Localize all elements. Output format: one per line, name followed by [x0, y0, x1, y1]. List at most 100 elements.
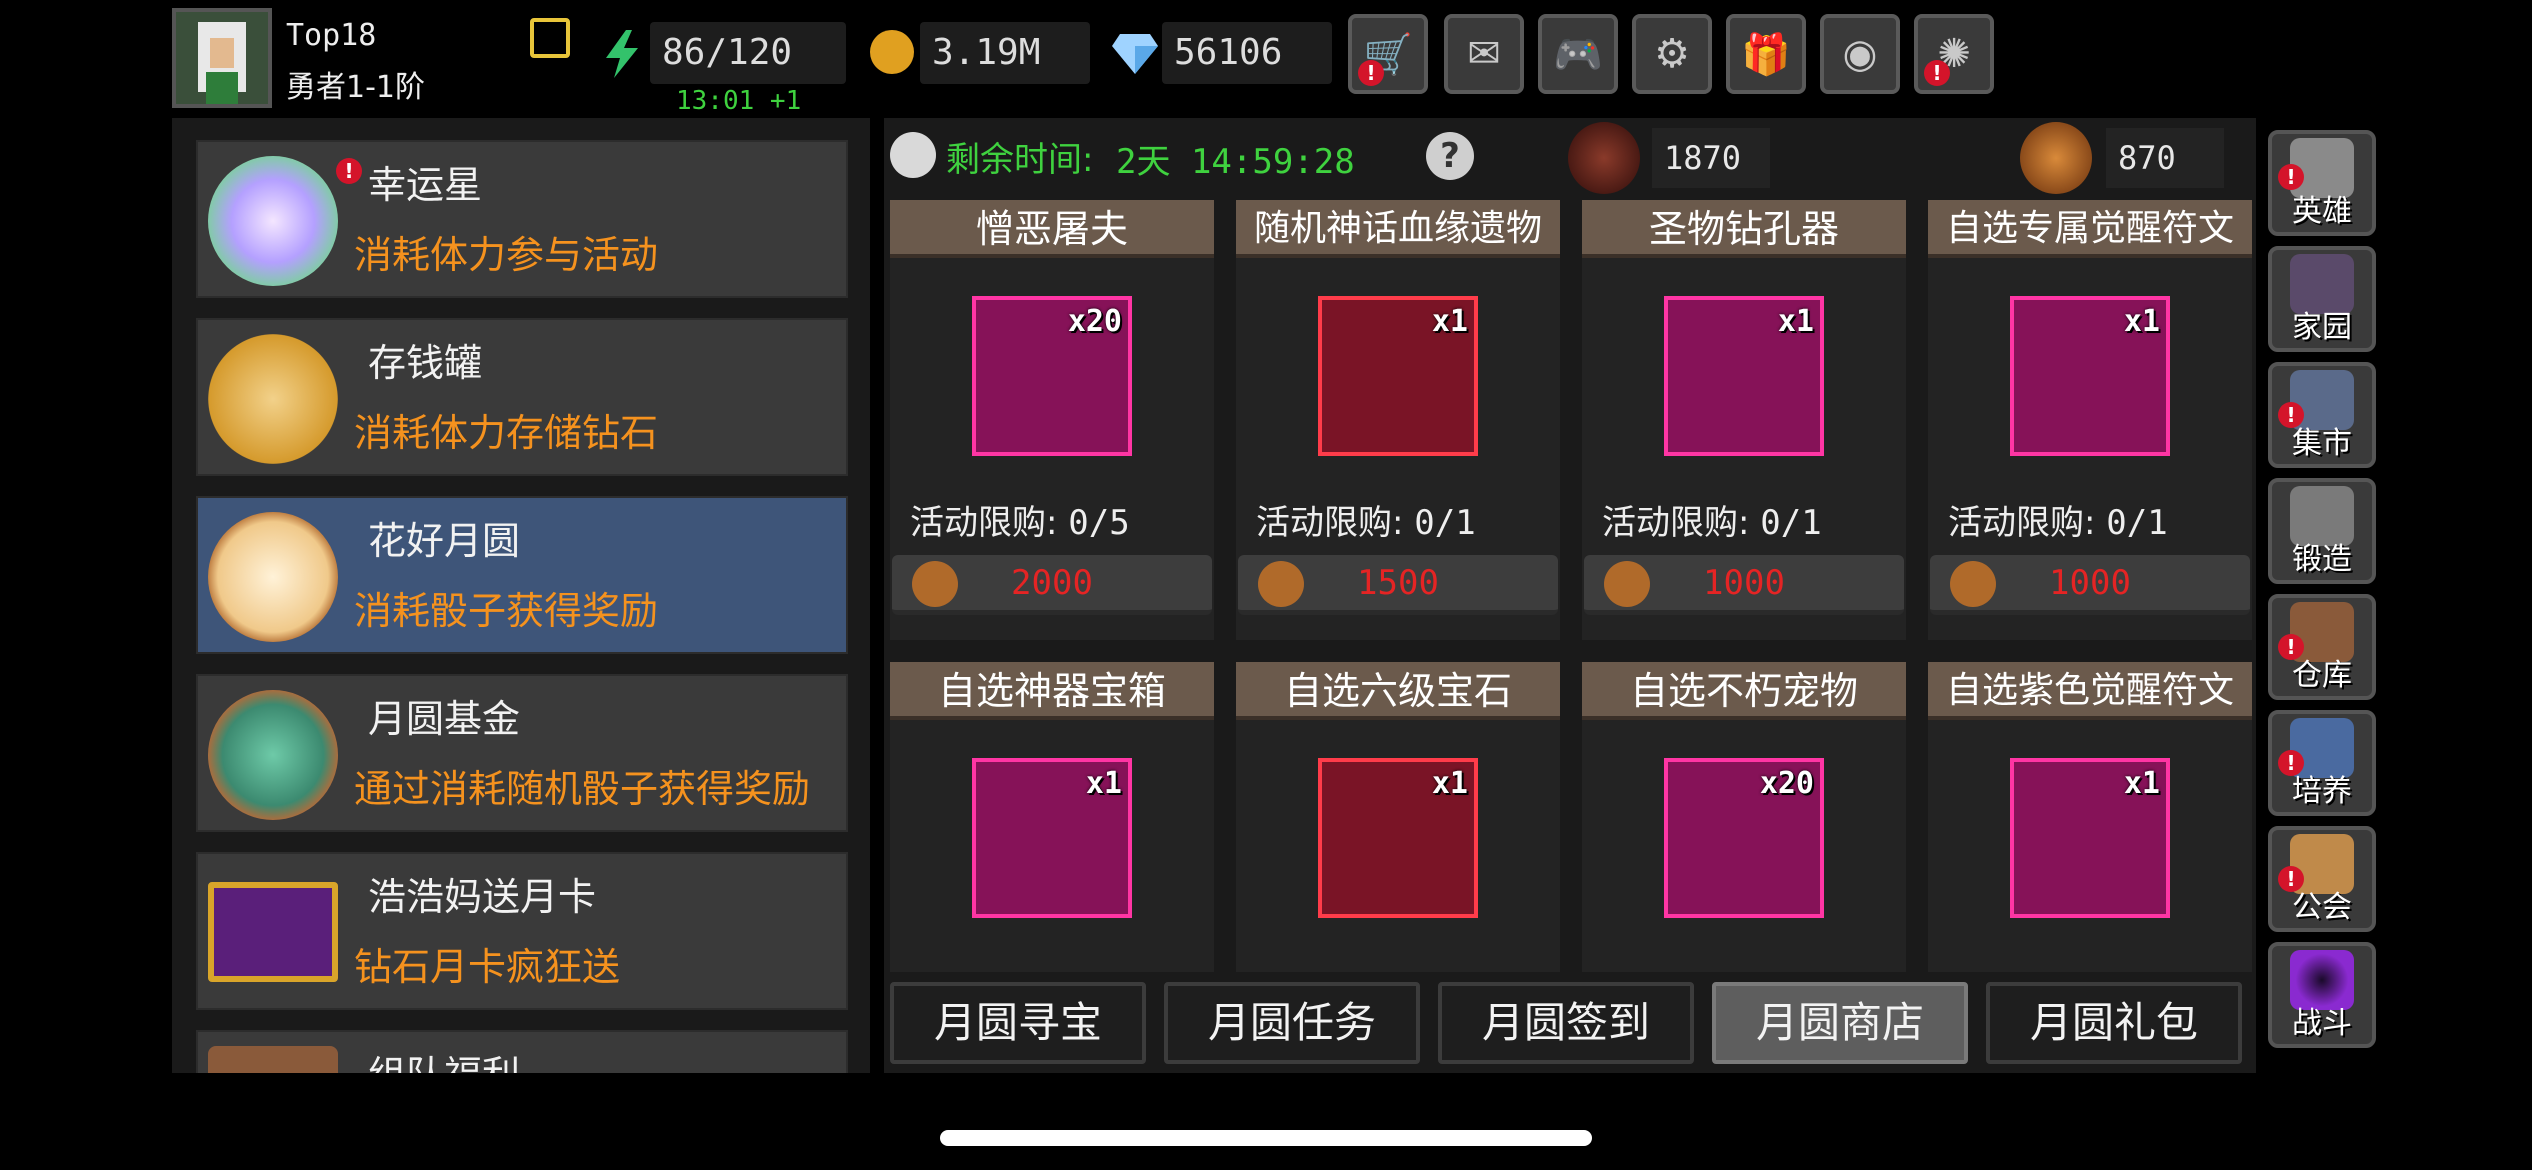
help-icon[interactable]: ? — [1426, 132, 1474, 180]
event-item-piggy-bank[interactable]: 存钱罐 消耗体力存储钻石 — [196, 318, 848, 476]
currency-b-value: 870 — [2106, 128, 2224, 188]
settings-button[interactable]: ⚙ — [1632, 14, 1712, 94]
event-item-lucky-star[interactable]: ! 幸运星 消耗体力参与活动 — [196, 140, 848, 298]
shop-tabs: 月圆寻宝 月圆任务 月圆签到 月圆商店 月圆礼包 — [890, 982, 2250, 1064]
player-name: Top18 — [286, 18, 377, 53]
price: 2000 — [1011, 563, 1093, 603]
money-bag-icon — [208, 690, 338, 820]
sidebar-item-guild[interactable]: ! 公会 — [2268, 826, 2376, 932]
sidebar-item-market[interactable]: ! 集市 — [2268, 362, 2376, 468]
card-title: 自选不朽宠物 — [1582, 662, 1906, 720]
home-indicator[interactable] — [940, 1130, 1592, 1146]
sidebar-label: 战斗 — [2292, 1006, 2352, 1041]
sidebar-item-battle[interactable]: 战斗 — [2268, 942, 2376, 1048]
mooncake-token-icon — [2020, 122, 2092, 194]
card-title: 自选紫色觉醒符文 — [1928, 662, 2252, 720]
event-title: 浩浩妈送月卡 — [368, 875, 597, 919]
event-item-team-bonus[interactable]: 组队福利 — [196, 1030, 848, 1073]
item-quantity: x1 — [1085, 766, 1122, 801]
diamond-icon — [1112, 34, 1158, 74]
buy-button[interactable]: 1500 — [1238, 555, 1558, 615]
sidebar-item-home[interactable]: 家园 — [2268, 246, 2376, 352]
gift-icon: 🎁 — [1741, 31, 1791, 78]
player-avatar[interactable] — [172, 8, 272, 108]
pet-chest-item-icon: x20 — [1664, 758, 1824, 918]
alert-badge: ! — [336, 158, 362, 184]
alert-badge: ! — [1358, 60, 1384, 86]
tab-tasks[interactable]: 月圆任务 — [1164, 982, 1420, 1064]
limit-value: 0/1 — [2106, 503, 2168, 543]
shop-card[interactable]: 憎恶屠夫 x20 活动限购: 0/5 2000 — [890, 200, 1214, 640]
event-title: 幸运星 — [368, 163, 483, 207]
limit-value: 0/5 — [1068, 503, 1130, 543]
shop-cart-button[interactable]: 🛒 ! — [1348, 14, 1428, 94]
event-desc: 消耗体力参与活动 — [354, 233, 659, 277]
limit-label: 活动限购: — [1256, 503, 1404, 543]
stamina-timer: 13:01 +1 — [676, 86, 802, 116]
tab-shop[interactable]: 月圆商店 — [1712, 982, 1968, 1064]
gold-coin-icon — [870, 30, 914, 74]
shop-card[interactable]: 自选神器宝箱 x1 — [890, 662, 1214, 972]
sidebar-item-warehouse[interactable]: ! 仓库 — [2268, 594, 2376, 700]
shop-card[interactable]: 自选专属觉醒符文 x1 活动限购: 0/1 1000 — [1928, 200, 2252, 640]
limit-label: 活动限购: — [910, 503, 1058, 543]
card-title: 自选六级宝石 — [1236, 662, 1560, 720]
gem-item-icon: x1 — [1318, 758, 1478, 918]
limit-label: 活动限购: — [1948, 503, 2096, 543]
event-item-monthly-card[interactable]: 浩浩妈送月卡 钻石月卡疯狂送 — [196, 852, 848, 1010]
gear-icon: ⚙ — [1654, 31, 1690, 77]
shop-card[interactable]: 自选六级宝石 x1 — [1236, 662, 1560, 972]
item-quantity: x20 — [1759, 766, 1814, 801]
gift-button[interactable]: 🎁 — [1726, 14, 1806, 94]
price: 1000 — [1703, 563, 1785, 603]
sidebar-label: 仓库 — [2292, 658, 2352, 693]
event-list[interactable]: ! 幸运星 消耗体力参与活动 存钱罐 消耗体力存储钻石 花好月圆 消耗骰子获得奖… — [172, 118, 870, 1073]
currency-a-value: 1870 — [1652, 128, 1770, 188]
card-title: 憎恶屠夫 — [890, 200, 1214, 258]
card-title: 自选专属觉醒符文 — [1928, 200, 2252, 258]
purchase-limit: 活动限购: 0/1 — [1256, 495, 1476, 544]
limit-value: 0/1 — [1414, 503, 1476, 543]
event-item-full-moon[interactable]: 花好月圆 消耗骰子获得奖励 — [196, 496, 848, 654]
price: 1500 — [1357, 563, 1439, 603]
butcher-item-icon: x20 — [972, 296, 1132, 456]
gamepad-icon: 🎮 — [1553, 31, 1603, 78]
shop-card[interactable]: 圣物钻孔器 x1 活动限购: 0/1 1000 — [1582, 200, 1906, 640]
stamina-lightning-icon — [606, 30, 638, 78]
item-quantity: x1 — [1777, 304, 1814, 339]
sidebar-item-hero[interactable]: ! 英雄 — [2268, 130, 2376, 236]
edit-profile-icon[interactable] — [530, 18, 570, 58]
sidebar-item-training[interactable]: ! 培养 — [2268, 710, 2376, 816]
gold-value: 3.19M — [920, 22, 1090, 84]
mooncake-coin-icon — [1568, 122, 1640, 194]
rune-chest-item-icon: x1 — [2010, 296, 2170, 456]
shop-card[interactable]: 自选不朽宠物 x20 — [1582, 662, 1906, 972]
relic-item-icon: x1 — [1318, 296, 1478, 456]
tab-sign-in[interactable]: 月圆签到 — [1438, 982, 1694, 1064]
event-title: 组队福利 — [368, 1044, 520, 1073]
tab-treasure-hunt[interactable]: 月圆寻宝 — [890, 982, 1146, 1064]
purchase-limit: 活动限购: 0/1 — [1602, 495, 1822, 544]
item-quantity: x1 — [2123, 766, 2160, 801]
buy-button[interactable]: 1000 — [1584, 555, 1904, 615]
gamepad-button[interactable]: 🎮 — [1538, 14, 1618, 94]
event-item-moon-fund[interactable]: 月圆基金 通过消耗随机骰子获得奖励 — [196, 674, 848, 832]
mail-button[interactable]: ✉ — [1444, 14, 1524, 94]
star-gem-icon — [208, 156, 338, 286]
buy-button[interactable]: 1000 — [1930, 555, 2250, 615]
sidebar-item-forge[interactable]: 锻造 — [2268, 478, 2376, 584]
shop-card[interactable]: 随机神话血缘遗物 x1 活动限购: 0/1 1500 — [1236, 200, 1560, 640]
card-title: 圣物钻孔器 — [1582, 200, 1906, 258]
tab-gift-pack[interactable]: 月圆礼包 — [1986, 982, 2242, 1064]
avatar-portrait-icon — [176, 12, 268, 104]
purple-rune-chest-item-icon: x1 — [2010, 758, 2170, 918]
item-quantity: x1 — [2123, 304, 2160, 339]
artifact-chest-item-icon: x1 — [972, 758, 1132, 918]
shop-card[interactable]: 自选紫色觉醒符文 x1 — [1928, 662, 2252, 972]
buy-button[interactable]: 2000 — [892, 555, 1212, 615]
sidebar-label: 集市 — [2292, 426, 2352, 461]
fireworks-button[interactable]: ✺ ! — [1914, 14, 1994, 94]
lottery-wheel-button[interactable]: ◉ — [1820, 14, 1900, 94]
drill-item-icon: x1 — [1664, 296, 1824, 456]
event-desc: 消耗骰子获得奖励 — [354, 589, 659, 633]
